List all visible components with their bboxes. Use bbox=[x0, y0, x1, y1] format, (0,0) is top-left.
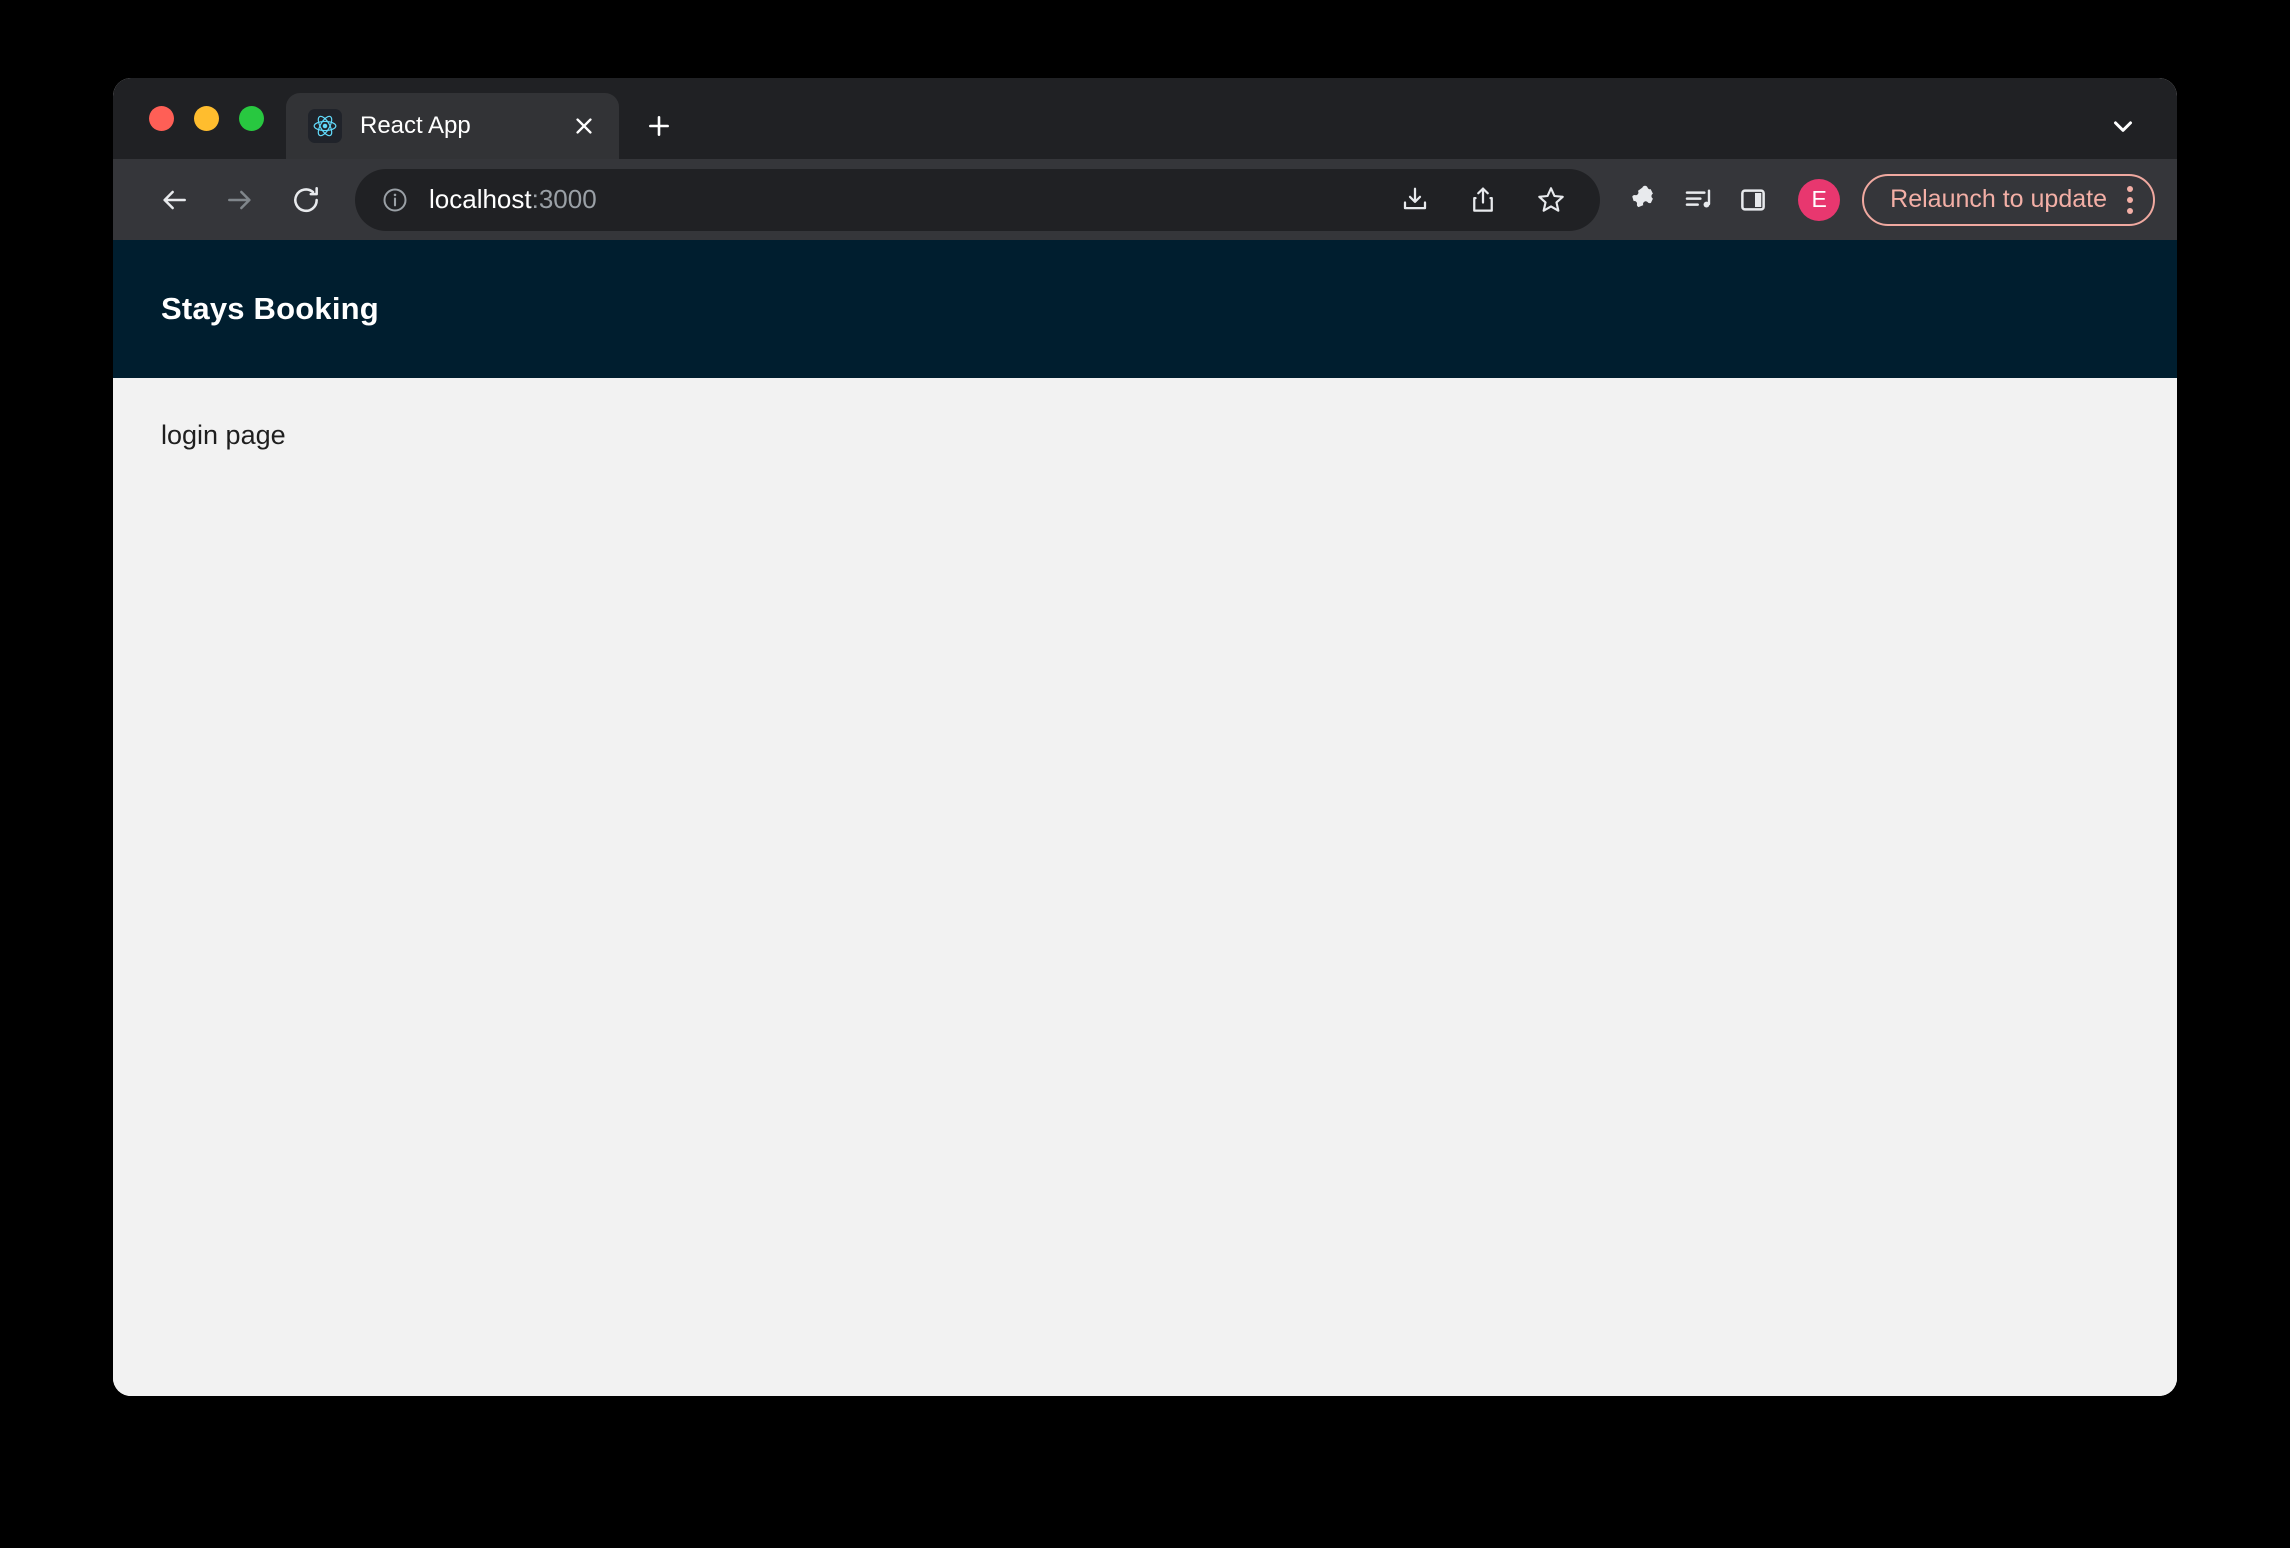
window-controls bbox=[113, 78, 286, 159]
extensions-puzzle-icon[interactable] bbox=[1620, 175, 1670, 225]
page-body: login page bbox=[113, 378, 2177, 1396]
tab-strip: React App bbox=[113, 78, 2177, 159]
url-host: localhost bbox=[429, 184, 532, 214]
url-text: localhost:3000 bbox=[429, 184, 1370, 215]
page-viewport: Stays Booking login page bbox=[113, 240, 2177, 1396]
tab-title: React App bbox=[360, 112, 551, 140]
address-bar[interactable]: localhost:3000 bbox=[355, 169, 1600, 231]
chevron-down-icon[interactable] bbox=[2093, 93, 2153, 159]
login-page-text: login page bbox=[161, 420, 286, 450]
media-playlist-icon[interactable] bbox=[1674, 175, 1724, 225]
close-window-button[interactable] bbox=[149, 106, 174, 131]
info-circle-icon[interactable] bbox=[381, 186, 409, 214]
close-icon[interactable] bbox=[569, 111, 599, 141]
browser-toolbar: localhost:3000 bbox=[113, 159, 2177, 240]
download-icon[interactable] bbox=[1390, 175, 1440, 225]
reload-icon[interactable] bbox=[275, 169, 337, 231]
omnibox-actions bbox=[1390, 175, 1582, 225]
toolbar-right-group: E Relaunch to update bbox=[1798, 174, 2155, 226]
react-logo-icon bbox=[308, 109, 342, 143]
share-icon[interactable] bbox=[1458, 175, 1508, 225]
maximize-window-button[interactable] bbox=[239, 106, 264, 131]
page-title: Stays Booking bbox=[161, 291, 379, 327]
side-panel-icon[interactable] bbox=[1728, 175, 1778, 225]
browser-window: React App bbox=[113, 78, 2177, 1396]
app-header: Stays Booking bbox=[113, 240, 2177, 378]
new-tab-button[interactable] bbox=[633, 93, 685, 159]
minimize-window-button[interactable] bbox=[194, 106, 219, 131]
forward-arrow-icon[interactable] bbox=[209, 169, 271, 231]
back-arrow-icon[interactable] bbox=[143, 169, 205, 231]
avatar[interactable]: E bbox=[1798, 179, 1840, 221]
bookmark-star-icon[interactable] bbox=[1526, 175, 1576, 225]
relaunch-label: Relaunch to update bbox=[1890, 185, 2107, 214]
kebab-menu-icon[interactable] bbox=[2121, 186, 2139, 214]
screen: React App bbox=[0, 0, 2290, 1548]
url-port: :3000 bbox=[532, 184, 597, 214]
page-content-card: login page bbox=[161, 420, 2129, 560]
relaunch-to-update-button[interactable]: Relaunch to update bbox=[1862, 174, 2155, 226]
tab-react-app[interactable]: React App bbox=[286, 93, 619, 159]
tab-strip-spacer bbox=[685, 93, 2093, 159]
